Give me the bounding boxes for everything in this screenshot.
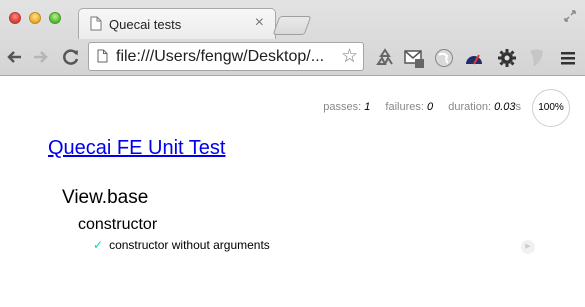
duration-stat: duration: 0.03s xyxy=(448,101,521,113)
tab-strip: Quecai tests × xyxy=(0,0,585,39)
recycle-icon[interactable] xyxy=(374,47,396,69)
failures-label: failures: xyxy=(385,101,424,113)
check-icon: ✓ xyxy=(93,238,104,252)
globe-icon[interactable] xyxy=(433,47,455,69)
tab-title: Quecai tests xyxy=(109,17,182,32)
forward-arrow-icon[interactable] xyxy=(29,46,51,68)
gauge-icon[interactable] xyxy=(463,47,485,69)
passes-label: passes: xyxy=(323,101,362,113)
document-icon xyxy=(90,16,102,31)
browser-chrome: Quecai tests × file:///Users/fengw/Deskt… xyxy=(0,0,585,76)
test-name: constructor without arguments xyxy=(109,238,270,252)
test-item[interactable]: ✓ constructor without arguments xyxy=(93,238,270,252)
reload-icon[interactable] xyxy=(60,46,82,68)
test-stats: passes: 1 failures: 0 duration: 0.03s xyxy=(311,101,521,113)
duration-unit: s xyxy=(515,101,522,113)
failures-stat[interactable]: failures: 0 xyxy=(385,101,436,113)
duration-value: 0.03 xyxy=(494,101,516,113)
browser-tab[interactable]: Quecai tests × xyxy=(78,8,276,39)
menu-icon[interactable] xyxy=(557,47,579,69)
close-icon[interactable]: × xyxy=(255,14,264,32)
failures-count: 0 xyxy=(427,101,434,113)
passes-count: 1 xyxy=(364,101,371,113)
page-title-link[interactable]: Quecai FE Unit Test xyxy=(48,137,225,160)
passes-stat[interactable]: passes: 1 xyxy=(323,101,373,113)
page-icon xyxy=(97,49,108,63)
minimize-window-button[interactable] xyxy=(29,12,41,24)
fullscreen-icon[interactable] xyxy=(563,9,577,23)
browser-toolbar: file:///Users/fengw/Desktop/... ☆ xyxy=(0,38,585,76)
shield-icon[interactable] xyxy=(525,47,547,69)
new-tab-button[interactable] xyxy=(272,16,312,35)
mail-icon[interactable] xyxy=(403,47,425,69)
address-bar[interactable]: file:///Users/fengw/Desktop/... ☆ xyxy=(88,42,364,71)
suite-title[interactable]: View.base xyxy=(62,187,148,209)
progress-indicator: 100% xyxy=(532,89,570,127)
close-window-button[interactable] xyxy=(9,12,21,24)
duration-label: duration: xyxy=(448,101,492,113)
replay-icon[interactable]: ▶ xyxy=(521,240,535,254)
url-text[interactable]: file:///Users/fengw/Desktop/... xyxy=(116,48,324,66)
star-icon[interactable]: ☆ xyxy=(341,45,358,68)
sub-suite-title[interactable]: constructor xyxy=(78,216,157,234)
back-arrow-icon[interactable] xyxy=(4,46,26,68)
gear-icon[interactable] xyxy=(496,47,518,69)
zoom-window-button[interactable] xyxy=(49,12,61,24)
